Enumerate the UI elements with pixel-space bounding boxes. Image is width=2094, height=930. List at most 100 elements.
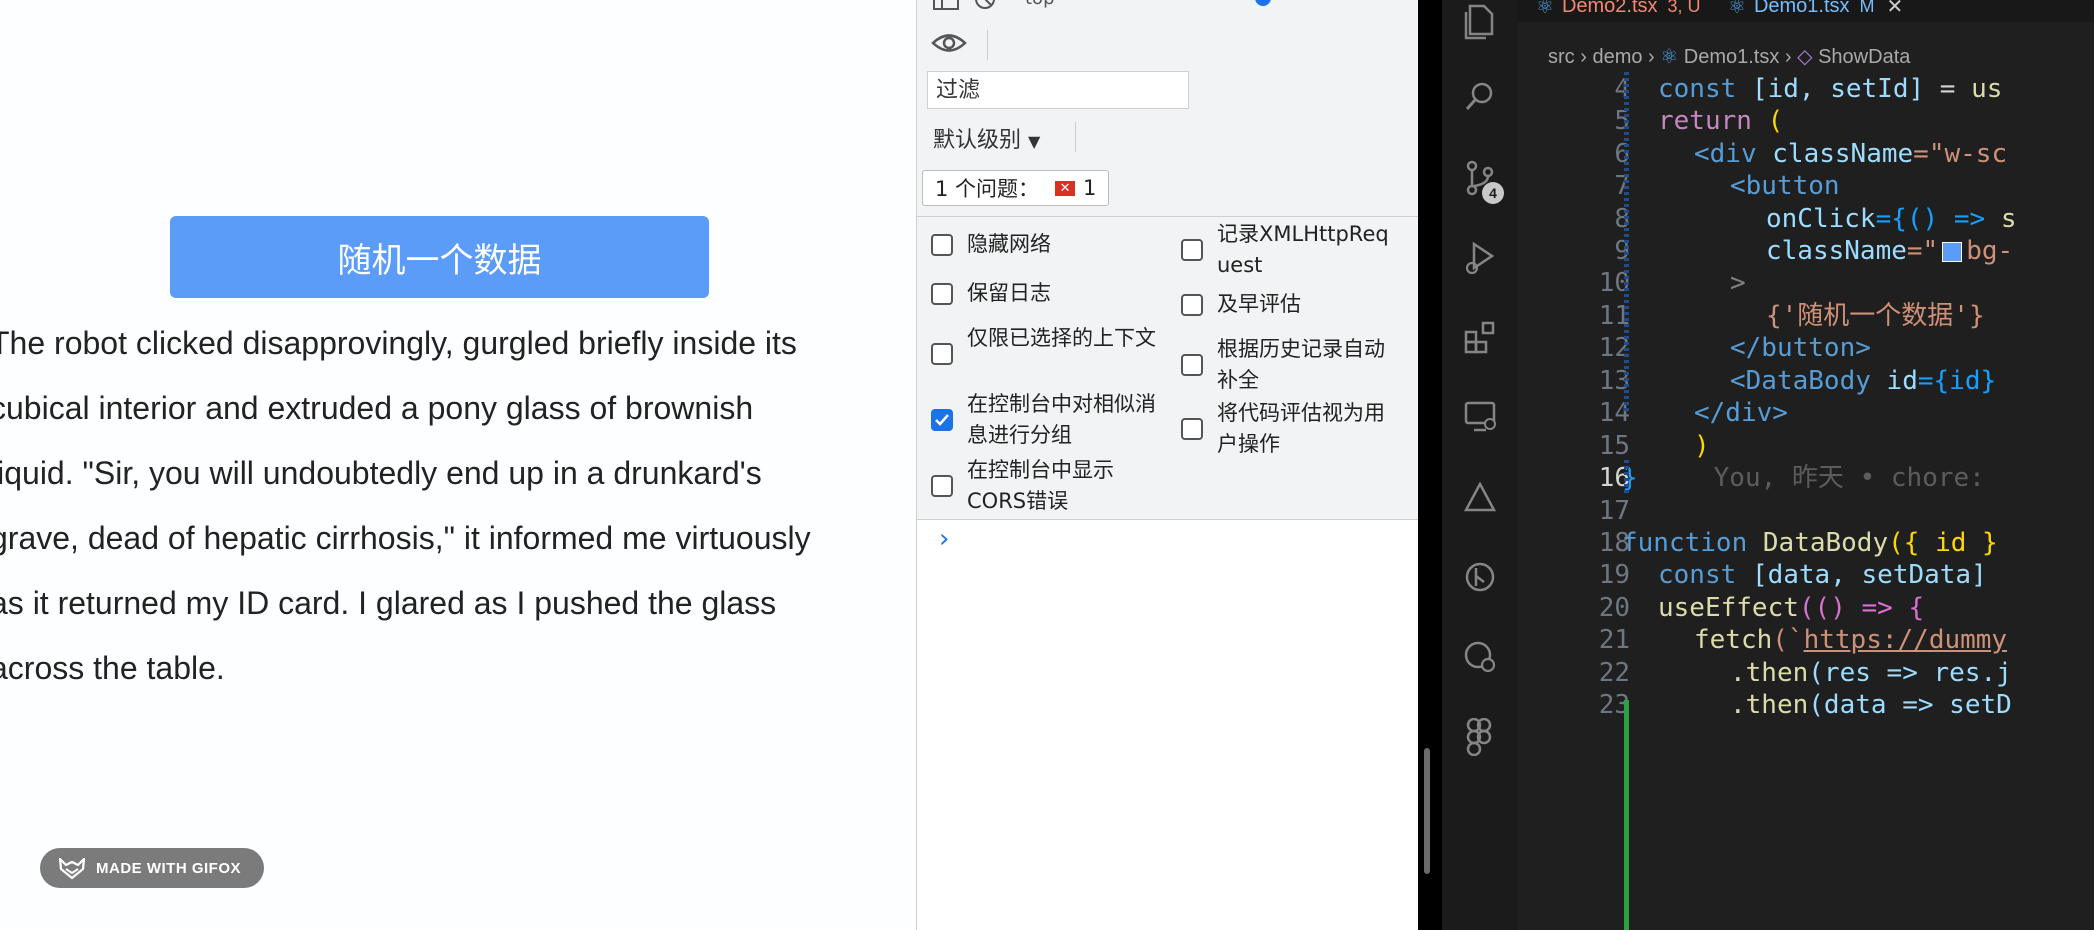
dropdown-triangle-icon: ▼ — [1028, 132, 1041, 151]
toolbar-cut-row: top — [917, 0, 1419, 10]
option-show-cors[interactable]: 在控制台中显示CORS错误 — [931, 455, 1161, 517]
option-label: 在控制台中对相似消息进行分组 — [967, 392, 1156, 447]
git-graph-icon[interactable] — [1464, 560, 1496, 594]
option-label: 隐藏网络 — [967, 232, 1051, 256]
issues-button[interactable]: 1 个问题： ✕ 1 — [922, 170, 1110, 206]
run-debug-icon[interactable] — [1464, 240, 1496, 276]
sidebar-toggle-icon[interactable] — [933, 0, 959, 10]
scm-count-badge: 4 — [1482, 182, 1504, 204]
settings-gear-icon[interactable] — [1255, 0, 1271, 6]
console-prompt[interactable]: › — [939, 524, 949, 554]
chevron-right-icon: › — [1648, 46, 1661, 68]
clear-console-icon[interactable] — [973, 0, 997, 10]
quote-line: as it returned my ID card. I glared as I… — [0, 585, 777, 621]
gifox-label: MADE WITH GIFOX — [96, 859, 241, 877]
breadcrumb: src › demo › ⚛ Demo1.tsx › ◇ ShowData — [1548, 44, 1910, 69]
window-gap — [1418, 0, 1442, 930]
checkbox[interactable] — [1181, 354, 1203, 376]
deploy-icon[interactable] — [1464, 482, 1496, 516]
checkbox[interactable] — [931, 475, 953, 497]
extensions-icon[interactable] — [1464, 320, 1498, 354]
toolbar-divider — [1075, 122, 1076, 152]
quote-line: liquid. "Sir, you will undoubtedly end u… — [0, 455, 762, 491]
explorer-icon[interactable] — [1464, 4, 1496, 40]
devtools-console-panel: top 默认级别 ▼ 1 个问题： ✕ 1 隐藏网络 保留日志 仅限已选择的上下… — [916, 0, 1419, 930]
editor-tabs: ⚛ Demo2.tsx 3, U ⚛ Demo1.tsx M ✕ — [1518, 0, 2094, 22]
quote-text: The robot clicked disapprovingly, gurgle… — [0, 311, 916, 701]
console-settings: 隐藏网络 保留日志 仅限已选择的上下文 在控制台中对相似消息进行分组 在控制台中… — [917, 216, 1419, 520]
quote-line: cubical interior and extruded a pony gla… — [0, 390, 754, 426]
activity-bar: 4 — [1442, 0, 1518, 930]
log-level-dropdown[interactable]: 默认级别 ▼ — [933, 122, 1040, 154]
option-selected-context[interactable]: 仅限已选择的上下文 — [931, 323, 1161, 365]
option-label: 记录XMLHttpRequest — [1217, 222, 1389, 277]
app-preview: 随机一个数据 The robot clicked disapprovingly,… — [0, 0, 916, 930]
context-selector[interactable]: top — [1025, 0, 1055, 9]
remote-explorer-icon[interactable] — [1464, 400, 1498, 434]
line-number: 23 — [1598, 690, 1630, 720]
breadcrumb-item[interactable]: ShowData — [1818, 46, 1910, 68]
figma-icon[interactable] — [1464, 718, 1494, 756]
option-group-similar[interactable]: 在控制台中对相似消息进行分组 — [931, 389, 1161, 451]
blame-annotation: You, 昨天 • chore: — [1713, 463, 1985, 493]
react-icon: ⚛ — [1536, 0, 1554, 18]
quote-line: grave, dead of hepatic cirrhosis," it in… — [0, 520, 811, 556]
option-user-activation[interactable]: 将代码评估视为用户操作 — [1181, 398, 1401, 460]
chevron-right-icon: › — [1580, 46, 1593, 68]
react-icon: ⚛ — [1660, 46, 1679, 68]
fox-icon — [58, 857, 86, 879]
checkmark-icon — [935, 414, 949, 426]
checkbox[interactable] — [931, 283, 953, 305]
option-label: 及早评估 — [1217, 292, 1301, 316]
issues-count: 1 — [1083, 176, 1097, 200]
error-icon: ✕ — [1055, 180, 1076, 196]
option-eager-eval[interactable]: 及早评估 — [1181, 289, 1301, 320]
breadcrumb-item[interactable]: src — [1548, 46, 1575, 68]
option-autocomplete-history[interactable]: 根据历史记录自动补全 — [1181, 334, 1401, 396]
checkbox[interactable] — [931, 343, 953, 365]
color-swatch-icon — [1942, 241, 1963, 262]
gutter-modified-indicator — [1624, 460, 1629, 496]
gutter-modified-indicator — [1624, 72, 1629, 412]
issues-label: 1 个问题： — [935, 177, 1040, 201]
scrollbar-thumb[interactable] — [1424, 748, 1430, 874]
checkbox[interactable] — [1181, 294, 1203, 316]
option-log-xhr[interactable]: 记录XMLHttpRequest — [1181, 219, 1401, 281]
eye-icon[interactable] — [931, 28, 967, 58]
tab-demo1[interactable]: ⚛ Demo1.tsx M ✕ — [1728, 0, 1903, 22]
line-text: .then(data => setD — [1730, 690, 2012, 720]
toolbar-divider — [987, 30, 988, 60]
option-label: 仅限已选择的上下文 — [967, 326, 1156, 350]
breadcrumb-item[interactable]: Demo1.tsx — [1684, 46, 1780, 68]
log-level-label: 默认级别 — [933, 128, 1022, 153]
gifox-badge: MADE WITH GIFOX — [40, 848, 264, 888]
search-icon[interactable] — [1464, 80, 1496, 112]
filter-input[interactable] — [927, 71, 1189, 109]
symbol-icon: ◇ — [1797, 46, 1813, 68]
option-label: 根据历史记录自动补全 — [1217, 337, 1385, 392]
code-line: 23 .then(data => setD — [1518, 684, 2094, 727]
random-data-button[interactable]: 随机一个数据 — [170, 216, 709, 298]
checkbox[interactable] — [1181, 239, 1203, 261]
gutter-added-indicator — [1624, 700, 1629, 930]
option-preserve-log[interactable]: 保留日志 — [931, 278, 1051, 309]
quote-line: across the table. — [0, 650, 225, 686]
tab-demo2[interactable]: ⚛ Demo2.tsx 3, U — [1536, 0, 1701, 22]
chevron-right-icon: › — [1784, 46, 1798, 68]
option-label: 将代码评估视为用户操作 — [1217, 401, 1385, 456]
tab-status: M — [1859, 0, 1875, 16]
checkbox[interactable] — [931, 234, 953, 256]
option-hide-network[interactable]: 隐藏网络 — [931, 229, 1051, 260]
react-icon: ⚛ — [1728, 0, 1746, 18]
close-icon[interactable]: ✕ — [1887, 0, 1904, 19]
checkbox[interactable] — [1181, 418, 1203, 440]
tab-label: Demo2.tsx — [1561, 0, 1658, 17]
option-label: 在控制台中显示CORS错误 — [967, 458, 1114, 513]
breadcrumb-item[interactable]: demo — [1592, 46, 1642, 68]
option-label: 保留日志 — [967, 281, 1051, 305]
git-history-icon[interactable] — [1464, 640, 1498, 674]
code-editor: 4 ⚛ Demo2.tsx 3, U ⚛ Demo1.tsx M ✕ src ›… — [1442, 0, 2094, 930]
tab-label: Demo1.tsx — [1753, 0, 1850, 17]
checkbox-checked[interactable] — [931, 409, 953, 431]
console-toolbar: top 默认级别 ▼ 1 个问题： ✕ 1 — [917, 0, 1419, 216]
